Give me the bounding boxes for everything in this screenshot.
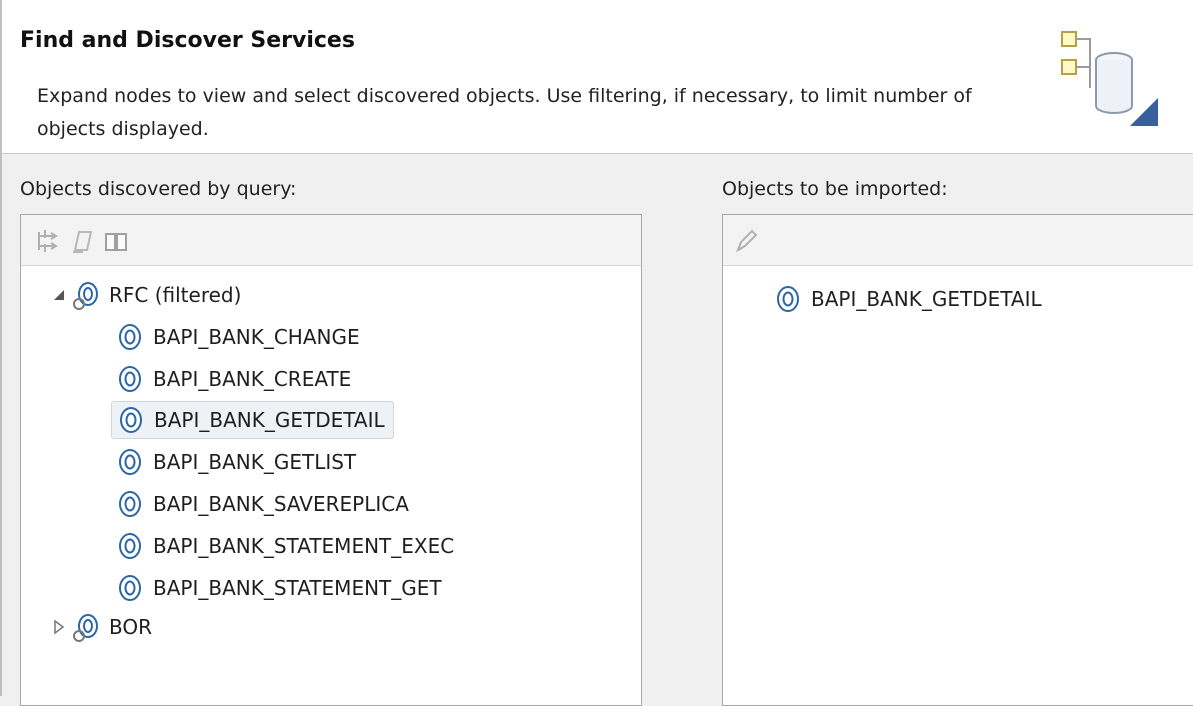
import-toolbar	[723, 215, 1193, 266]
tree-item-bapi[interactable]: BAPI_BANK_CHANGE	[115, 319, 360, 355]
tree-node-bor[interactable]: BOR	[51, 609, 152, 645]
discovered-objects-tree[interactable]: RFC (filtered) BAPI_BANK_CHANGE BAPI_BAN…	[20, 214, 642, 706]
collapse-arrow-icon[interactable]	[51, 619, 67, 635]
bor-folder-icon	[73, 614, 98, 642]
import-item-label: BAPI_BANK_GETDETAIL	[811, 287, 1042, 311]
function-module-icon	[120, 407, 142, 433]
database-services-icon	[1061, 31, 1158, 126]
tree-node-label: RFC (filtered)	[109, 283, 242, 307]
tree-item-bapi[interactable]: BAPI_BANK_SAVEREPLICA	[115, 486, 409, 522]
tree-item-bapi[interactable]: BAPI_BANK_CREATE	[115, 361, 351, 397]
tree-item-bapi[interactable]: BAPI_BANK_STATEMENT_GET	[115, 570, 442, 606]
function-module-icon	[119, 533, 141, 559]
filter-icon[interactable]	[35, 228, 61, 254]
tree-item-label: BAPI_BANK_CHANGE	[153, 325, 360, 349]
wizard-header: Find and Discover Services Expand nodes …	[0, 0, 1193, 154]
page-title: Find and Discover Services	[20, 28, 355, 53]
book-icon[interactable]	[103, 228, 129, 254]
tree-item-label: BAPI_BANK_STATEMENT_GET	[153, 576, 442, 600]
page-description: Expand nodes to view and select discover…	[37, 85, 972, 140]
objects-to-import-list[interactable]: BAPI_BANK_GETDETAIL	[722, 214, 1193, 706]
tree-item-label: BAPI_BANK_CREATE	[153, 367, 352, 391]
function-module-icon	[119, 366, 141, 392]
tree-item-label: BAPI_BANK_STATEMENT_EXEC	[153, 534, 455, 558]
import-item[interactable]: BAPI_BANK_GETDETAIL	[773, 281, 1042, 317]
tree-node-label: BOR	[109, 615, 153, 639]
expand-arrow-icon[interactable]	[51, 287, 67, 303]
discovered-objects-label: Objects discovered by query:	[20, 178, 297, 200]
edit-icon[interactable]	[69, 228, 95, 254]
tree-item-bapi[interactable]: BAPI_BANK_STATEMENT_EXEC	[115, 528, 454, 564]
edit-icon[interactable]	[733, 228, 759, 254]
left-border	[0, 0, 12, 696]
tree-toolbar	[21, 215, 641, 266]
tree-item-label: BAPI_BANK_SAVEREPLICA	[153, 492, 409, 516]
function-module-icon	[119, 575, 141, 601]
tree-item-label: BAPI_BANK_GETDETAIL	[154, 408, 385, 432]
tree-item-bapi-selected[interactable]: BAPI_BANK_GETDETAIL	[111, 401, 394, 439]
tree-item-bapi[interactable]: BAPI_BANK_GETLIST	[115, 444, 356, 480]
function-module-icon	[119, 449, 141, 475]
import-objects-label: Objects to be imported:	[722, 178, 948, 200]
tree-item-label: BAPI_BANK_GETLIST	[153, 450, 357, 474]
tree-node-rfc[interactable]: RFC (filtered)	[51, 277, 241, 313]
function-module-icon	[777, 286, 799, 312]
rfc-folder-icon	[73, 282, 98, 310]
function-module-icon	[119, 491, 141, 517]
function-module-icon	[119, 324, 141, 350]
